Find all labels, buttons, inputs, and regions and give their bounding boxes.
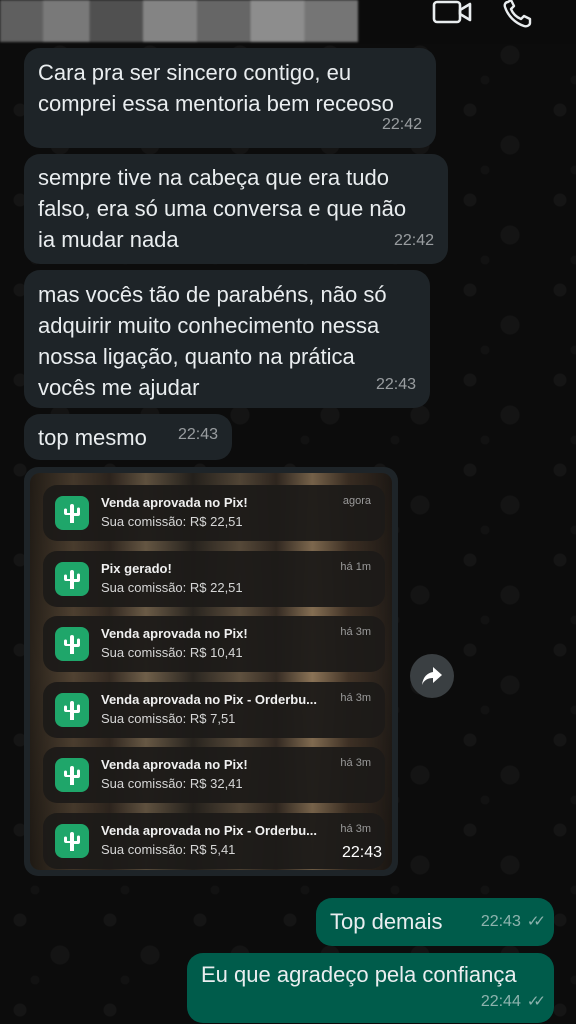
cactus-app-icon xyxy=(55,627,89,661)
read-receipt-icon: ✓✓ xyxy=(526,913,546,930)
notification-age: há 3m xyxy=(340,823,371,835)
notification-title: Venda aprovada no Pix - Orderbu... xyxy=(101,692,317,707)
notification-title: Venda aprovada no Pix! xyxy=(101,757,248,772)
notification-body: Sua comissão: R$ 10,41 xyxy=(101,645,243,660)
notification-card: Venda aprovada no Pix - Orderbu... Sua c… xyxy=(43,682,385,738)
notification-title: Venda aprovada no Pix - Orderbu... xyxy=(101,823,317,838)
notification-card: Venda aprovada no Pix! Sua comissão: R$ … xyxy=(43,616,385,672)
notification-body: Sua comissão: R$ 32,41 xyxy=(101,776,243,791)
message-time: 22:43 xyxy=(177,426,218,443)
notification-card: Venda aprovada no Pix! Sua comissão: R$ … xyxy=(43,747,385,803)
incoming-message[interactable]: mas vocês tão de parabéns, não só adquir… xyxy=(24,270,430,408)
notification-age: há 1m xyxy=(340,561,371,573)
notification-body: Sua comissão: R$ 22,51 xyxy=(101,580,243,595)
notification-age: agora xyxy=(342,495,371,507)
read-receipt-icon: ✓✓ xyxy=(526,993,546,1010)
video-call-icon[interactable] xyxy=(432,0,472,26)
cactus-app-icon xyxy=(55,562,89,596)
incoming-message[interactable]: top mesmo 22:43 xyxy=(24,414,232,460)
message-time: 22:43 xyxy=(341,844,382,861)
notification-title: Venda aprovada no Pix! xyxy=(101,626,248,641)
message-line: comprei essa mentoria bem receoso xyxy=(38,91,394,116)
message-line: top mesmo xyxy=(38,425,147,450)
phone-call-icon[interactable] xyxy=(502,0,534,28)
notification-body: Sua comissão: R$ 7,51 xyxy=(101,711,236,726)
message-line: ia mudar nada xyxy=(38,227,179,252)
cactus-app-icon xyxy=(55,824,89,858)
message-line: Cara pra ser sincero contigo, eu xyxy=(38,60,352,85)
forward-button[interactable] xyxy=(410,654,454,698)
notification-age: há 3m xyxy=(340,626,371,638)
notifications-screenshot-image[interactable]: Venda aprovada no Pix! Sua comissão: R$ … xyxy=(30,473,392,870)
notification-age: há 3m xyxy=(340,757,371,769)
message-time: 22:43 ✓✓ xyxy=(480,906,546,937)
message-line: adquirir muito conhecimento nessa xyxy=(38,313,380,338)
message-text: Top demais xyxy=(330,909,443,934)
notification-card: Venda aprovada no Pix - Orderbu... Sua c… xyxy=(43,813,385,869)
cactus-app-icon xyxy=(55,496,89,530)
notification-card: Venda aprovada no Pix! Sua comissão: R$ … xyxy=(43,485,385,541)
cactus-app-icon xyxy=(55,758,89,792)
message-line: vocês me ajudar xyxy=(38,375,200,400)
message-time: 22:42 xyxy=(381,116,422,133)
image-message[interactable]: Venda aprovada no Pix! Sua comissão: R$ … xyxy=(24,467,398,876)
chat-header xyxy=(0,0,576,44)
notification-title: Pix gerado! xyxy=(101,561,172,576)
notification-body: Sua comissão: R$ 5,41 xyxy=(101,842,236,857)
notification-title: Venda aprovada no Pix! xyxy=(101,495,248,510)
message-time: 22:44 ✓✓ xyxy=(480,986,546,1017)
message-time: 22:43 xyxy=(375,376,416,393)
message-line: falso, era só uma conversa e que não xyxy=(38,196,407,221)
forward-arrow-icon xyxy=(422,667,442,685)
message-line: mas vocês tão de parabéns, não só xyxy=(38,282,387,307)
incoming-message[interactable]: Cara pra ser sincero contigo, eu comprei… xyxy=(24,48,436,148)
message-line: sempre tive na cabeça que era tudo xyxy=(38,165,390,190)
incoming-message[interactable]: sempre tive na cabeça que era tudo falso… xyxy=(24,154,448,264)
notification-body: Sua comissão: R$ 22,51 xyxy=(101,514,243,529)
message-line: nossa ligação, quanto na prática xyxy=(38,344,355,369)
outgoing-message[interactable]: Top demais 22:43 ✓✓ xyxy=(316,898,554,946)
message-time-value: 22:44 xyxy=(480,993,521,1010)
cactus-app-icon xyxy=(55,693,89,727)
outgoing-message[interactable]: Eu que agradeço pela confiança 22:44 ✓✓ xyxy=(187,953,554,1023)
contact-name-blurred[interactable] xyxy=(0,0,358,42)
notification-card: Pix gerado! Sua comissão: R$ 22,51 há 1m xyxy=(43,551,385,607)
notification-age: há 3m xyxy=(340,692,371,704)
message-time: 22:42 xyxy=(393,232,434,249)
message-time-value: 22:43 xyxy=(480,913,521,930)
